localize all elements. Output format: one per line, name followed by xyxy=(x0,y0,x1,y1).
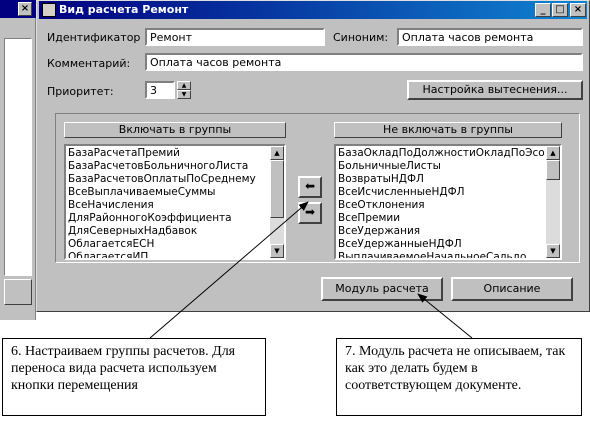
spin-down-icon[interactable]: ▼ xyxy=(177,90,191,99)
list-item[interactable]: БазаРасчетовБольничногоЛиста xyxy=(68,160,282,173)
background-close-icon[interactable]: × xyxy=(18,2,32,16)
background-window-pane xyxy=(4,38,32,276)
scroll-down-icon[interactable]: ▼ xyxy=(546,244,560,258)
list-item[interactable]: ДляРайонногоКоэффициента xyxy=(68,212,282,225)
scroll-up-icon[interactable]: ▲ xyxy=(546,146,560,160)
callout-note-module: 7. Модуль расчета не описываем, так как … xyxy=(336,338,582,416)
scroll-thumb[interactable] xyxy=(270,160,284,218)
list-item[interactable]: ВсеИсчисленныеНДФЛ xyxy=(338,186,558,199)
description-button[interactable]: Описание xyxy=(451,277,573,301)
list-item[interactable]: ВсеУдержания xyxy=(338,225,558,238)
scroll-thumb[interactable] xyxy=(546,160,560,180)
window-icon xyxy=(42,3,56,17)
list-item[interactable]: ВсеУдержанныеНДФЛ xyxy=(338,238,558,251)
exclude-groups-header: Не включать в группы xyxy=(334,122,562,138)
list-item[interactable]: ВыплачиваемоеНачальноеСальдо xyxy=(338,251,558,258)
synonym-label: Синоним: xyxy=(333,31,389,44)
callout-note-groups: 6. Настраиваем группы расчетов. Для пере… xyxy=(2,338,266,416)
exclude-list-scrollbar[interactable]: ▲ ▼ xyxy=(546,146,560,258)
include-groups-header: Включать в группы xyxy=(64,122,286,138)
list-item[interactable]: ОблагаетсяИП xyxy=(68,251,282,258)
scroll-up-icon[interactable]: ▲ xyxy=(270,146,284,160)
move-right-button[interactable]: ➡ xyxy=(298,202,322,224)
calculation-type-dialog: Вид расчета Ремонт _ □ × Идентификатор Р… xyxy=(36,0,590,312)
comment-field[interactable]: Оплата часов ремонта xyxy=(145,53,583,71)
identifier-label: Идентификатор xyxy=(47,31,141,44)
include-list-scrollbar[interactable]: ▲ ▼ xyxy=(270,146,284,258)
spin-up-icon[interactable]: ▲ xyxy=(177,81,191,90)
exclude-groups-list[interactable]: БазаОкладПоДолжностиОкладПоЭсо Больничные… xyxy=(334,144,562,260)
list-item[interactable]: ВсеОтклонения xyxy=(338,199,558,212)
groups-panel: Включать в группы БазаРасчетаПремий БазаР… xyxy=(55,113,580,263)
exclusion-settings-button[interactable]: Настройка вытеснения... xyxy=(407,80,583,100)
close-button[interactable]: × xyxy=(570,3,586,17)
comment-label: Комментарий: xyxy=(47,57,131,70)
priority-field[interactable]: 3 xyxy=(145,81,175,99)
list-item[interactable]: ДляСеверныхНадбавок xyxy=(68,225,282,238)
list-item[interactable]: ОблагаетсяЕСН xyxy=(68,238,282,251)
scroll-down-icon[interactable]: ▼ xyxy=(270,244,284,258)
list-item[interactable]: БазаОкладПоДолжностиОкладПоЭсо xyxy=(338,147,558,160)
calculation-module-button[interactable]: Модуль расчета xyxy=(321,277,443,301)
list-item[interactable]: ВозвратыНДФЛ xyxy=(338,173,558,186)
background-window-button[interactable] xyxy=(4,279,32,305)
list-item[interactable]: БазаРасчетаПремий xyxy=(68,147,282,160)
dialog-titlebar: Вид расчета Ремонт _ □ × xyxy=(39,1,587,19)
list-item[interactable]: ВсеНачисления xyxy=(68,199,282,212)
priority-spinner[interactable]: ▲ ▼ xyxy=(177,81,191,99)
maximize-button[interactable]: □ xyxy=(552,3,568,17)
move-left-button[interactable]: ⬅ xyxy=(298,176,322,198)
identifier-field[interactable]: Ремонт xyxy=(145,28,325,46)
list-item[interactable]: ВсеВыплачиваемыеСуммы xyxy=(68,186,282,199)
synonym-field[interactable]: Оплата часов ремонта xyxy=(397,28,583,46)
priority-label: Приоритет: xyxy=(47,85,114,98)
list-item[interactable]: ВсеПремии xyxy=(338,212,558,225)
include-groups-list[interactable]: БазаРасчетаПремий БазаРасчетовБольничного… xyxy=(64,144,286,260)
list-item[interactable]: БазаРасчетовОплатыПоСреднему xyxy=(68,173,282,186)
dialog-title: Вид расчета Ремонт xyxy=(59,3,189,16)
minimize-button[interactable]: _ xyxy=(535,3,551,17)
background-window: × xyxy=(0,0,36,320)
background-window-titlebar: × xyxy=(0,0,36,18)
list-item[interactable]: БольничныеЛисты xyxy=(338,160,558,173)
